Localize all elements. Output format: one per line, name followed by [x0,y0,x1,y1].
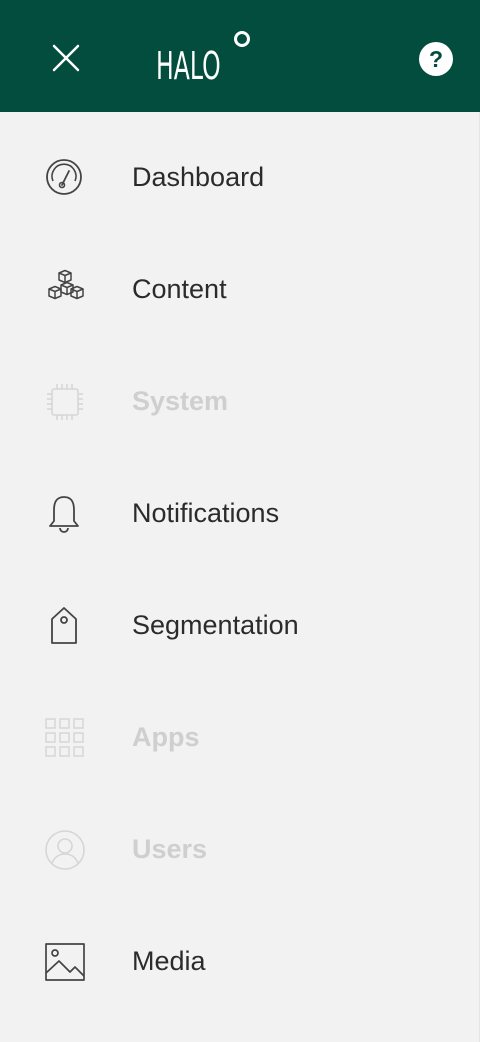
menu-item-label: Segmentation [132,610,299,640]
grid-icon [45,718,84,757]
navigation-drawer: HALO ? Dashboard Content System Notifica… [0,0,480,1042]
logo-text: HALO [156,44,221,88]
image-icon [45,943,85,981]
menu-item-label: Apps [132,722,200,752]
menu-item-notifications[interactable]: Notifications [0,457,480,569]
menu-item-segmentation[interactable]: Segmentation [0,569,480,681]
gauge-icon [46,159,82,195]
cubes-icon [48,269,84,300]
menu-item-content[interactable]: Content [0,233,480,345]
help-button[interactable]: ? [419,42,453,76]
halo-logo: HALO [156,28,256,94]
menu-item-label: Dashboard [132,162,265,192]
chip-icon [47,384,83,420]
menu-item-label: Users [132,834,208,864]
bell-icon [49,496,79,533]
user-icon [45,830,85,870]
menu-item-system: System [0,345,480,457]
menu-item-apps: Apps [0,681,480,793]
menu-item-label: Media [132,946,206,976]
menu-item-users: Users [0,793,480,905]
main-menu: Dashboard Content System Notifications S… [0,121,480,1017]
menu-item-label: System [132,386,229,416]
close-icon [52,44,80,72]
close-button[interactable] [44,36,88,80]
menu-item-media[interactable]: Media [0,905,480,1017]
menu-item-label: Notifications [132,498,280,528]
tag-icon [51,607,77,644]
menu-item-dashboard[interactable]: Dashboard [0,121,480,233]
logo-ring-icon [234,31,250,47]
menu-item-label: Content [132,274,227,304]
app-header: HALO ? [0,0,480,112]
